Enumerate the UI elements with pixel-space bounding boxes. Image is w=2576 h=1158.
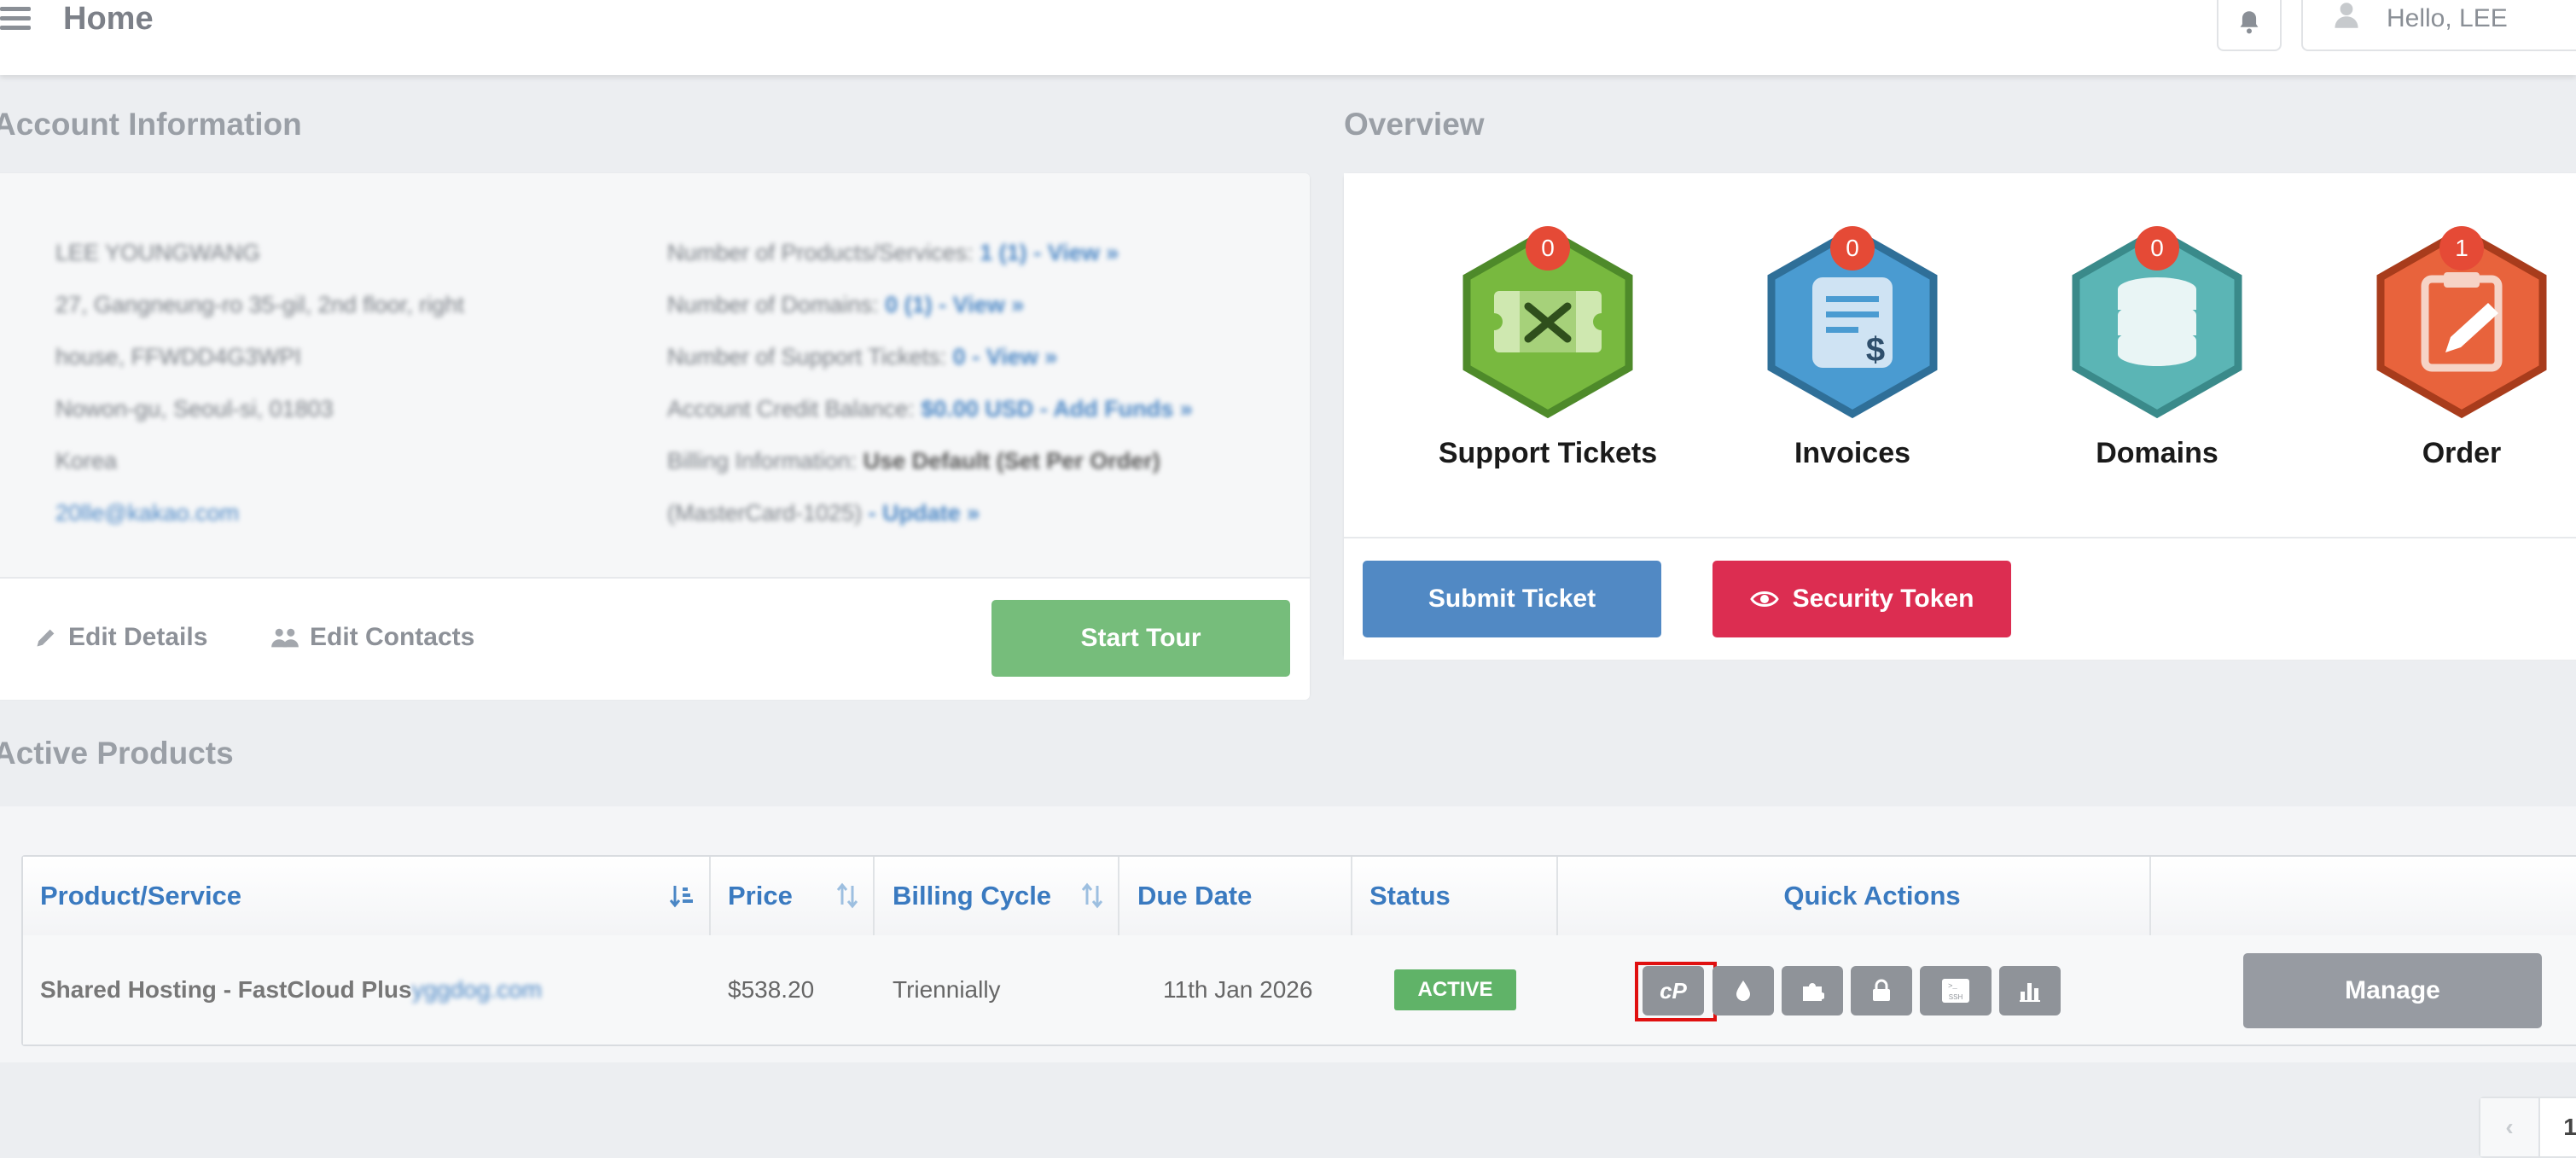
account-email-link[interactable]: 20lle@kakao.com bbox=[55, 487, 567, 539]
address-line-1: 27, Gangneung-ro 35-gil, 2nd floor, righ… bbox=[55, 292, 464, 317]
submit-ticket-button[interactable]: Submit Ticket bbox=[1363, 561, 1661, 637]
address-line-2: house, FFWDD4G3WPI bbox=[55, 344, 302, 370]
account-info-heading: Account Information bbox=[0, 107, 302, 142]
billing-cycle-cell: Triennially bbox=[893, 976, 1001, 1003]
domains-label: Domains bbox=[2096, 437, 2218, 469]
update-billing-link[interactable]: - Update » bbox=[869, 500, 980, 526]
menu-icon[interactable] bbox=[0, 7, 31, 32]
start-tour-button[interactable]: Start Tour bbox=[991, 600, 1290, 677]
tile-invoices[interactable]: $ 0 Invoices bbox=[1724, 224, 1980, 470]
stat-tickets: Number of Support Tickets: 0 - View » bbox=[667, 344, 1058, 370]
products-table: Product/Service Price Billing Cycle Due … bbox=[21, 855, 2576, 1046]
notifications-button[interactable] bbox=[2217, 0, 2282, 51]
security-token-label: Security Token bbox=[1792, 585, 1974, 613]
view-tickets-link[interactable]: - View » bbox=[972, 344, 1057, 370]
sort-icon[interactable] bbox=[1080, 882, 1104, 910]
account-info-body: LEE YOUNGWANG 27, Gangneung-ro 35-gil, 2… bbox=[0, 173, 1310, 577]
col-price[interactable]: Price bbox=[728, 857, 793, 935]
support-tickets-count: 0 bbox=[1526, 226, 1570, 271]
user-avatar-icon bbox=[2335, 3, 2358, 28]
order-count: 1 bbox=[2439, 226, 2484, 271]
stat-domains: Number of Domains: 0 (1) - View » bbox=[667, 292, 1025, 317]
view-domains-link[interactable]: - View » bbox=[939, 292, 1024, 317]
domains-count: 0 bbox=[2135, 226, 2179, 271]
user-menu-button[interactable]: Hello, LEE bbox=[2301, 0, 2576, 51]
due-date-cell: 11th Jan 2026 bbox=[1163, 976, 1313, 1003]
account-name: LEE YOUNGWANG bbox=[55, 240, 261, 265]
addons-button[interactable] bbox=[1782, 966, 1843, 1015]
col-product-service[interactable]: Product/Service bbox=[40, 857, 241, 935]
account-info-footer: Edit Details Edit Contacts Start Tour bbox=[0, 577, 1310, 700]
lock-icon bbox=[1873, 979, 1890, 1001]
page-title: Home bbox=[63, 1, 154, 37]
webmail-button[interactable] bbox=[1712, 966, 1774, 1015]
svg-text:>_: >_ bbox=[1948, 982, 1957, 991]
user-greeting: Hello, LEE bbox=[2387, 4, 2508, 32]
stat-credit: Account Credit Balance: $0.00 USD - Add … bbox=[667, 396, 1193, 422]
order-label: Order bbox=[2422, 437, 2502, 469]
stat-billing: Billing Information: Use Default (Set Pe… bbox=[667, 448, 1160, 526]
edit-contacts-label: Edit Contacts bbox=[310, 623, 475, 651]
sort-icon[interactable] bbox=[835, 882, 859, 910]
account-address: LEE YOUNGWANG 27, Gangneung-ro 35-gil, 2… bbox=[55, 227, 567, 539]
selected-action-highlight bbox=[1635, 962, 1717, 1021]
account-info-panel: LEE YOUNGWANG 27, Gangneung-ro 35-gil, 2… bbox=[0, 173, 1310, 700]
table-row[interactable]: Shared Hosting - FastCloud Plusyggdog.co… bbox=[23, 935, 2576, 1045]
product-name: Shared Hosting - FastCloud Plus bbox=[40, 976, 412, 1003]
status-badge: ACTIVE bbox=[1394, 969, 1516, 1010]
puzzle-icon bbox=[1803, 983, 1824, 1001]
edit-contacts-link[interactable]: Edit Contacts bbox=[270, 621, 474, 654]
ssh-terminal-icon: >_ SSH bbox=[1942, 979, 1969, 1003]
stat-products: Number of Products/Services: 1 (1) - Vie… bbox=[667, 240, 1119, 265]
support-tickets-label: Support Tickets bbox=[1438, 437, 1658, 469]
security-token-button[interactable]: Security Token bbox=[1712, 561, 2011, 637]
top-bar: Home Hello, LEE bbox=[0, 0, 2576, 75]
edit-details-link[interactable]: Edit Details bbox=[34, 621, 207, 654]
pagination-page-1[interactable]: 1 bbox=[2540, 1098, 2576, 1156]
product-domain-link[interactable]: yggdog.com bbox=[412, 976, 543, 1003]
edit-details-label: Edit Details bbox=[68, 623, 208, 651]
pagination-prev[interactable]: ‹ bbox=[2480, 1098, 2540, 1156]
active-products-heading: Active Products bbox=[0, 736, 234, 771]
bell-icon bbox=[2240, 11, 2259, 34]
view-products-link[interactable]: - View » bbox=[1033, 240, 1119, 265]
product-cell: Shared Hosting - FastCloud Plusyggdog.co… bbox=[40, 935, 542, 1045]
pencil-icon bbox=[37, 629, 55, 647]
eye-icon bbox=[1749, 591, 1779, 607]
tile-support-tickets[interactable]: 0 Support Tickets bbox=[1420, 224, 1676, 470]
svg-text:$: $ bbox=[1866, 331, 1885, 369]
manage-button[interactable]: Manage bbox=[2243, 953, 2542, 1028]
account-stats: Number of Products/Services: 1 (1) - Vie… bbox=[667, 227, 1282, 539]
address-country: Korea bbox=[55, 448, 118, 474]
col-billing-cycle[interactable]: Billing Cycle bbox=[893, 857, 1051, 935]
statistics-button[interactable] bbox=[1999, 966, 2061, 1015]
bar-chart-icon bbox=[2020, 983, 2040, 1002]
tile-order[interactable]: 1 Order bbox=[2334, 224, 2576, 470]
pagination: ‹ 1 bbox=[2479, 1097, 2576, 1158]
drop-icon bbox=[1736, 981, 1750, 1001]
svg-text:SSH: SSH bbox=[1949, 993, 1963, 1001]
invoices-count: 0 bbox=[1830, 226, 1875, 271]
add-funds-link[interactable]: - Add Funds » bbox=[1040, 396, 1193, 422]
overview-panel: 0 Support Tickets $ 0 Invoices 0 Domains… bbox=[1344, 173, 2576, 660]
tile-domains[interactable]: 0 Domains bbox=[2029, 224, 2285, 470]
sort-asc-icon[interactable] bbox=[670, 882, 695, 910]
price-cell: $538.20 bbox=[728, 976, 815, 1003]
col-due-date[interactable]: Due Date bbox=[1137, 857, 1252, 935]
overview-actions: Submit Ticket Security Token bbox=[1344, 537, 2576, 660]
address-line-3: Nowon-gu, Seoul-si, 01803 bbox=[55, 396, 334, 422]
col-status[interactable]: Status bbox=[1369, 857, 1451, 935]
ssh-access-button[interactable]: >_ SSH bbox=[1920, 966, 1992, 1015]
table-header: Product/Service Price Billing Cycle Due … bbox=[23, 857, 2576, 937]
overview-tiles: 0 Support Tickets $ 0 Invoices 0 Domains… bbox=[1344, 173, 2576, 537]
overview-heading: Overview bbox=[1344, 107, 1485, 142]
change-password-button[interactable] bbox=[1851, 966, 1912, 1015]
invoices-label: Invoices bbox=[1794, 437, 1911, 469]
users-icon bbox=[271, 628, 299, 648]
col-quick-actions: Quick Actions bbox=[1783, 881, 1961, 911]
